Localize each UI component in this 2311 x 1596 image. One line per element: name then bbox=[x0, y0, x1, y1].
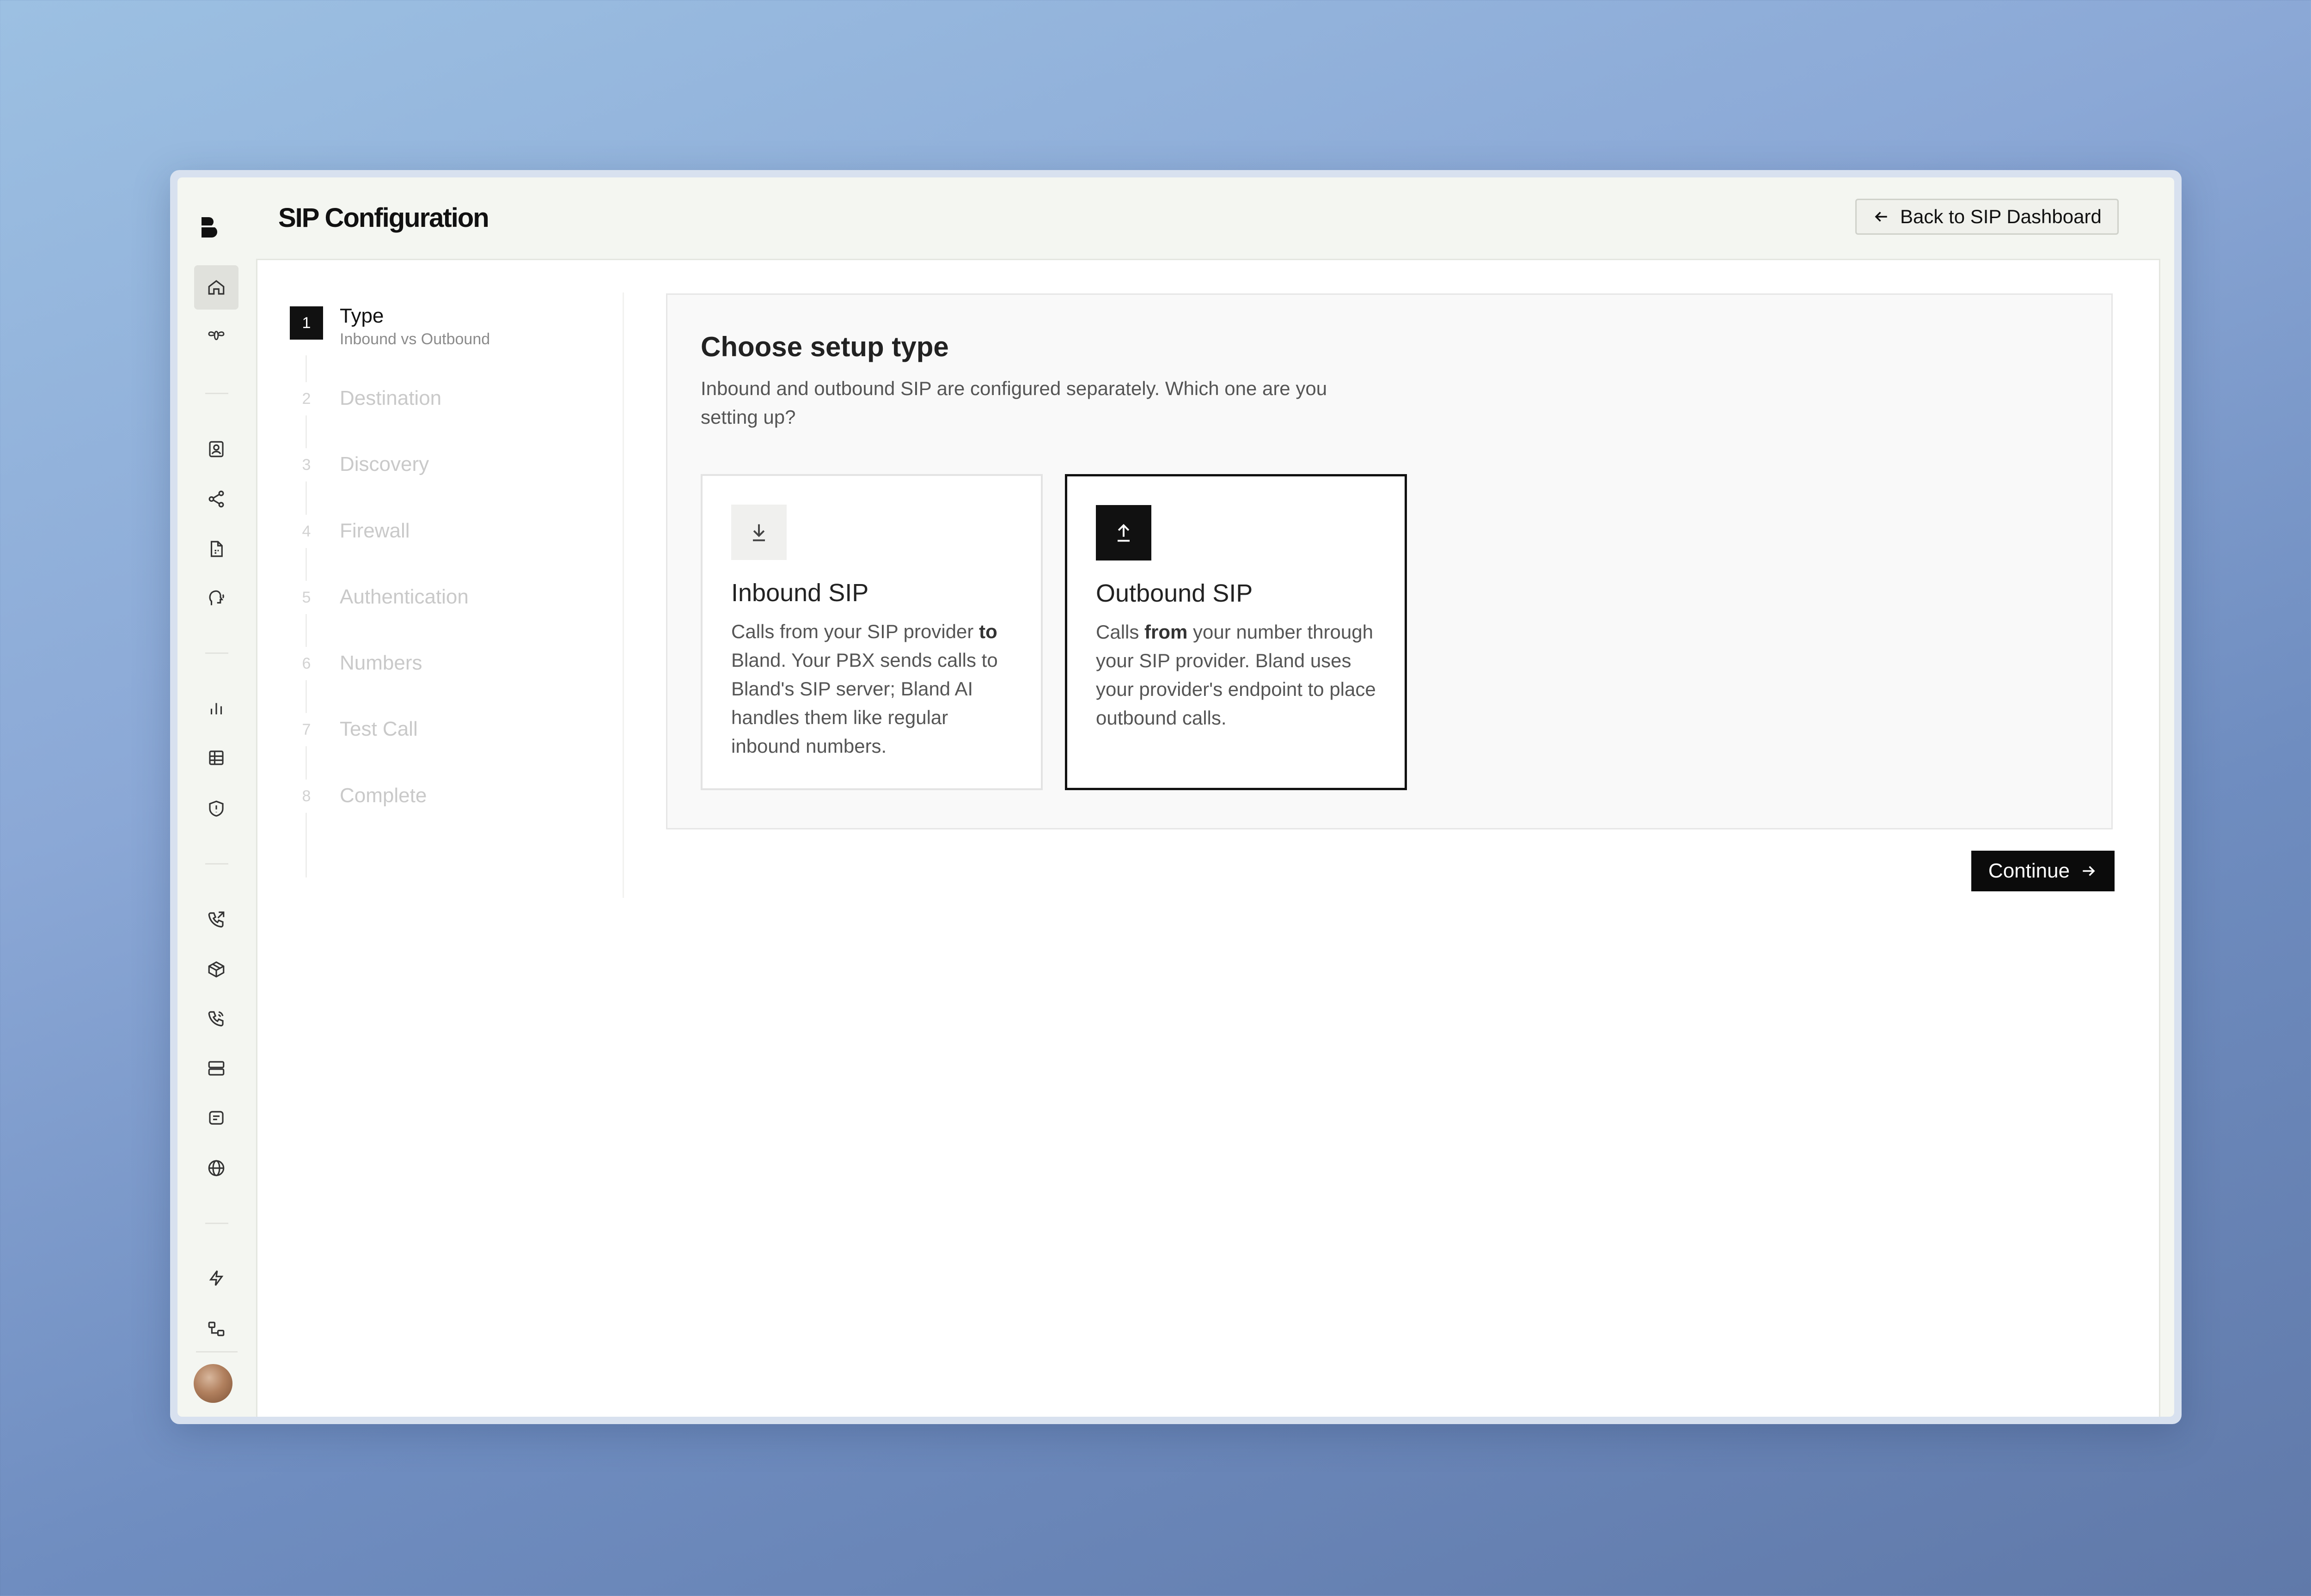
continue-label: Continue bbox=[1988, 859, 2070, 882]
contact-icon[interactable] bbox=[194, 427, 238, 471]
step-label: Complete bbox=[340, 784, 427, 807]
table-icon[interactable] bbox=[194, 736, 238, 780]
setup-type-panel: Choose setup type Inbound and outbound S… bbox=[666, 293, 2113, 829]
continue-button[interactable]: Continue bbox=[1971, 851, 2115, 891]
step-number: 6 bbox=[290, 647, 323, 680]
sidebar bbox=[177, 177, 256, 1417]
phone-outgoing-icon[interactable] bbox=[194, 897, 238, 942]
step-label: Type bbox=[340, 305, 384, 327]
step-number: 3 bbox=[290, 448, 323, 481]
back-to-dashboard-button[interactable]: Back to SIP Dashboard bbox=[1855, 199, 2119, 235]
analytics-icon[interactable] bbox=[194, 686, 238, 730]
upload-icon bbox=[1096, 505, 1151, 560]
package-icon[interactable] bbox=[194, 947, 238, 992]
step-number: 5 bbox=[290, 581, 323, 614]
download-icon bbox=[731, 505, 787, 560]
sidebar-separator bbox=[205, 393, 228, 394]
option-description: Calls from your number through your SIP … bbox=[1096, 618, 1378, 732]
step-number: 8 bbox=[290, 780, 323, 813]
option-desc-text: Bland. Your PBX sends calls to Bland's S… bbox=[731, 649, 998, 757]
back-button-label: Back to SIP Dashboard bbox=[1900, 206, 2102, 227]
arrow-left-icon bbox=[1875, 212, 1887, 222]
inbound-sip-option[interactable]: Inbound SIP Calls from your SIP provider… bbox=[701, 474, 1043, 790]
step-label: Test Call bbox=[340, 718, 418, 740]
sidebar-separator bbox=[205, 863, 228, 865]
voice-icon[interactable] bbox=[194, 576, 238, 620]
step-number: 4 bbox=[290, 515, 323, 548]
option-desc-bold: to bbox=[979, 621, 997, 642]
arrow-right-icon bbox=[2083, 866, 2095, 876]
step-sublabel: Inbound vs Outbound bbox=[340, 330, 490, 348]
home-icon[interactable] bbox=[194, 265, 238, 310]
step-label: Destination bbox=[340, 387, 442, 409]
outbound-sip-option[interactable]: Outbound SIP Calls from your number thro… bbox=[1065, 474, 1407, 790]
step-number: 2 bbox=[290, 382, 323, 415]
step-label: Authentication bbox=[340, 585, 469, 608]
option-desc-bold: from bbox=[1144, 621, 1188, 643]
main-content: 1 Type Inbound vs Outbound 2 Destination… bbox=[256, 259, 2160, 1417]
option-title: Inbound SIP bbox=[731, 579, 869, 607]
sidebar-separator bbox=[205, 1223, 228, 1224]
globe-icon[interactable] bbox=[194, 1146, 238, 1190]
share-icon[interactable] bbox=[194, 477, 238, 521]
option-desc-text: Calls from your SIP provider bbox=[731, 621, 979, 642]
logo-icon[interactable] bbox=[200, 214, 220, 238]
step-number: 7 bbox=[290, 713, 323, 746]
step-number: 1 bbox=[290, 306, 323, 340]
option-title: Outbound SIP bbox=[1096, 579, 1253, 607]
app-window: SIP Configuration Back to SIP Dashboard … bbox=[170, 170, 2182, 1424]
bee-icon[interactable] bbox=[194, 313, 238, 358]
sidebar-separator bbox=[196, 1351, 238, 1352]
shield-icon[interactable] bbox=[194, 786, 238, 831]
avatar[interactable] bbox=[194, 1364, 232, 1403]
stepper-divider bbox=[623, 292, 624, 898]
setup-title: Choose setup type bbox=[701, 331, 949, 362]
bolt-icon[interactable] bbox=[194, 1256, 238, 1300]
file-icon[interactable] bbox=[194, 527, 238, 571]
option-desc-text: Calls bbox=[1096, 621, 1145, 643]
message-icon[interactable] bbox=[194, 1096, 238, 1140]
app-shell: SIP Configuration Back to SIP Dashboard … bbox=[177, 177, 2174, 1417]
step-label: Numbers bbox=[340, 652, 422, 674]
sidebar-separator bbox=[205, 652, 228, 654]
step-label: Discovery bbox=[340, 453, 429, 475]
phone-icon[interactable] bbox=[194, 996, 238, 1041]
step-label: Firewall bbox=[340, 519, 410, 542]
option-description: Calls from your SIP provider to Bland. Y… bbox=[731, 617, 1013, 761]
page-title: SIP Configuration bbox=[278, 203, 489, 233]
server-icon[interactable] bbox=[194, 1046, 238, 1090]
integrations-icon[interactable] bbox=[194, 1307, 238, 1351]
setup-description: Inbound and outbound SIP are configured … bbox=[701, 378, 1327, 428]
